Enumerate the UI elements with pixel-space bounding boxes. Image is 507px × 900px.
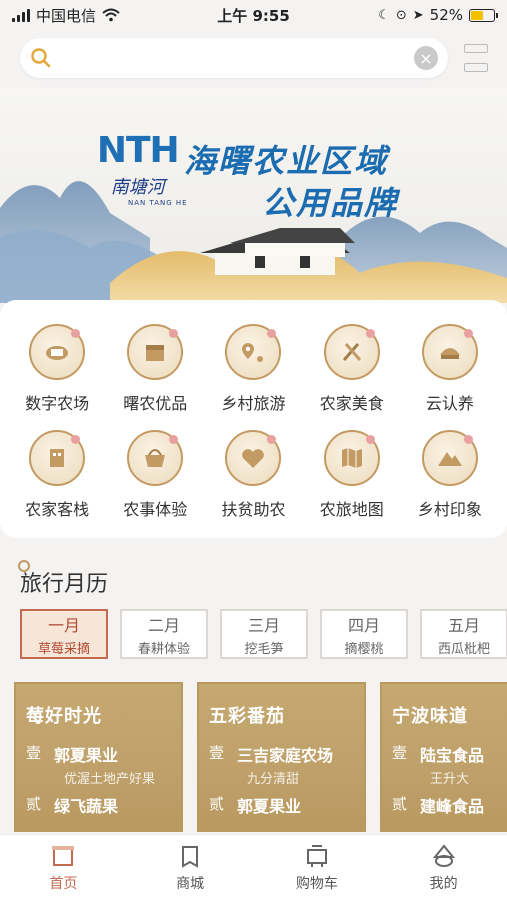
list-item[interactable]: 贰 绿飞蔬果 — [16, 793, 181, 817]
tab-month-5[interactable]: 五月 西瓜枇杷 — [420, 609, 507, 659]
carrier: 中国电信 — [36, 6, 97, 25]
mall-icon — [182, 845, 199, 868]
tab-month-2[interactable]: 二月 春耕体验 — [120, 609, 208, 659]
list-item[interactable]: 贰 建峰食品 — [382, 793, 507, 817]
farm-experience-icon — [127, 430, 184, 486]
category-cloud-adopt[interactable]: 云认养 — [401, 324, 499, 414]
banner-slogan-line2: 公用品牌 — [262, 184, 399, 222]
clear-icon[interactable]: × — [414, 46, 438, 70]
wifi-icon — [102, 8, 120, 22]
status-bar: 中国电信 上午 9:55 ☾ ⊙ ➤ 52% — [0, 0, 507, 30]
tab-profile[interactable]: 我的 — [380, 835, 507, 900]
search-input[interactable] — [60, 49, 414, 67]
rural-tour-icon — [225, 324, 282, 380]
tab-cart[interactable]: 购物车 — [254, 835, 381, 900]
month-tabs: 一月 草莓采摘 二月 春耕体验 三月 挖毛笋 四月 摘樱桃 五月 西瓜枇杷 — [20, 609, 507, 661]
tab-home[interactable]: 首页 — [0, 835, 127, 900]
tab-month-3[interactable]: 三月 挖毛笋 — [220, 609, 308, 659]
moon-icon: ☾ — [378, 7, 390, 23]
farm-food-icon — [323, 324, 380, 380]
category-digital-farm[interactable]: 数字农场 — [8, 324, 106, 414]
journey-card[interactable]: 宁波味道 壹 陆宝食品 王升大 贰 建峰食品 — [380, 682, 507, 832]
list-item[interactable]: 壹 陆宝食品 — [382, 742, 507, 766]
list-item[interactable]: 壹 三吉家庭农场 — [199, 742, 364, 766]
home-icon — [52, 845, 75, 866]
signal-icon — [12, 8, 30, 22]
landscape-illustration — [0, 88, 507, 303]
category-farm-food[interactable]: 农家美食 — [303, 324, 401, 414]
premium-goods-icon — [127, 324, 184, 380]
title-ornament-icon — [18, 560, 30, 572]
clock: 上午 9:55 — [217, 6, 290, 25]
tab-month-1[interactable]: 一月 草莓采摘 — [20, 609, 108, 659]
tab-month-4[interactable]: 四月 摘樱桃 — [320, 609, 408, 659]
village-impression-icon — [421, 430, 478, 486]
search-bar[interactable]: × — [20, 38, 448, 78]
brand-logo: NTH 南塘河 NAN TANG HE — [96, 130, 188, 207]
category-inn[interactable]: 农家客栈 — [8, 430, 106, 520]
menu-button[interactable] — [464, 44, 488, 72]
inn-icon — [29, 430, 86, 486]
category-rural-tour[interactable]: 乡村旅游 — [204, 324, 302, 414]
journey-cards: 莓好时光 壹 郭夏果业 优渥土地产好果 贰 绿飞蔬果 五彩番茄 壹 三吉家庭农场… — [14, 682, 507, 832]
category-poverty-aid[interactable]: 扶贫助农 — [204, 430, 302, 520]
search-icon — [31, 48, 51, 68]
category-grid: 数字农场 曙农优品 乡村旅游 农家美食 云认养 农家客栈 农事体验 扶贫助农 农… — [0, 300, 507, 538]
list-item[interactable]: 壹 郭夏果业 — [16, 742, 181, 766]
battery-icon — [469, 8, 498, 22]
orientation-lock-icon: ⊙ — [395, 7, 407, 23]
category-map[interactable]: 农旅地图 — [303, 430, 401, 520]
location-icon: ➤ — [412, 7, 424, 23]
category-village-impression[interactable]: 乡村印象 — [401, 430, 499, 520]
profile-icon — [432, 843, 455, 867]
bottom-tab-bar: 首页 商城 购物车 我的 — [0, 834, 507, 900]
journey-card[interactable]: 莓好时光 壹 郭夏果业 优渥土地产好果 贰 绿飞蔬果 — [14, 682, 183, 832]
cloud-adopt-icon — [421, 324, 478, 380]
tab-mall[interactable]: 商城 — [127, 835, 254, 900]
journey-card[interactable]: 五彩番茄 壹 三吉家庭农场 九分清甜 贰 郭夏果业 — [197, 682, 366, 832]
banner[interactable]: NTH 南塘河 NAN TANG HE 海曙农业区域 公用品牌 — [0, 88, 507, 303]
poverty-aid-icon — [225, 430, 282, 486]
list-item[interactable]: 贰 郭夏果业 — [199, 793, 364, 817]
cart-icon — [306, 844, 327, 867]
banner-slogan-line1: 海曙农业区域 — [184, 142, 389, 180]
map-icon — [323, 430, 380, 486]
section-title: 旅行月历 — [18, 560, 108, 598]
category-premium-goods[interactable]: 曙农优品 — [106, 324, 204, 414]
category-farm-experience[interactable]: 农事体验 — [106, 430, 204, 520]
battery-percent: 52% — [429, 6, 463, 24]
digital-farm-icon — [29, 324, 86, 380]
